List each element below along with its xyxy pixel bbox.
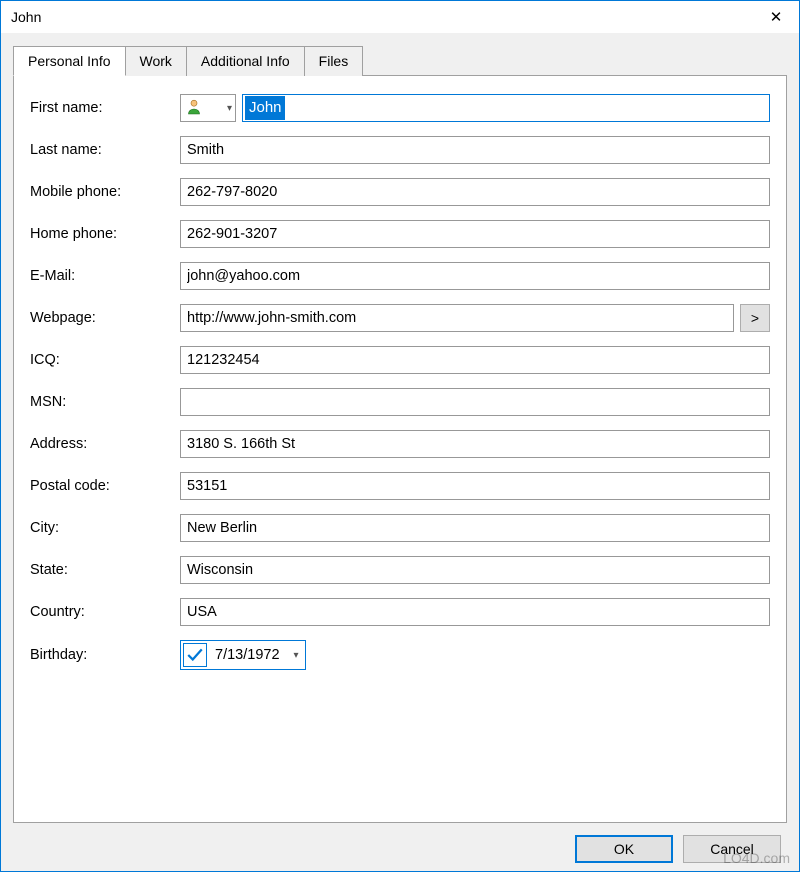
tabpanel-personal-info: First name: ▾ John Las — [13, 75, 787, 823]
row-birthday: Birthday: 7/13/1972 ▾ — [30, 640, 770, 670]
last-name-input[interactable] — [180, 136, 770, 164]
label-address: Address: — [30, 436, 180, 452]
email-input[interactable] — [180, 262, 770, 290]
row-icq: ICQ: — [30, 346, 770, 374]
first-name-input[interactable]: John — [242, 94, 770, 122]
label-icq: ICQ: — [30, 352, 180, 368]
form: First name: ▾ John Las — [30, 94, 770, 670]
close-icon: ✕ — [770, 8, 783, 26]
tab-personal-info[interactable]: Personal Info — [13, 46, 126, 76]
state-input[interactable] — [180, 556, 770, 584]
webpage-input[interactable] — [180, 304, 734, 332]
row-country: Country: — [30, 598, 770, 626]
address-input[interactable] — [180, 430, 770, 458]
label-state: State: — [30, 562, 180, 578]
client-area: Personal Info Work Additional Info Files… — [1, 33, 799, 871]
row-webpage: Webpage: > — [30, 304, 770, 332]
window-title: John — [11, 9, 41, 25]
check-icon — [186, 646, 204, 664]
label-email: E-Mail: — [30, 268, 180, 284]
row-home-phone: Home phone: — [30, 220, 770, 248]
chevron-down-icon: ▾ — [294, 650, 299, 661]
dialog-buttons: OK Cancel — [13, 823, 787, 863]
label-webpage: Webpage: — [30, 310, 180, 326]
row-email: E-Mail: — [30, 262, 770, 290]
ok-button[interactable]: OK — [575, 835, 673, 863]
label-msn: MSN: — [30, 394, 180, 410]
tabstrip: Personal Info Work Additional Info Files — [13, 45, 787, 75]
label-postal: Postal code: — [30, 478, 180, 494]
label-country: Country: — [30, 604, 180, 620]
postal-input[interactable] — [180, 472, 770, 500]
titlebar: John ✕ — [1, 1, 799, 33]
tab-work[interactable]: Work — [126, 46, 187, 76]
row-state: State: — [30, 556, 770, 584]
avatar-picker[interactable]: ▾ — [180, 94, 236, 122]
label-home-phone: Home phone: — [30, 226, 180, 242]
city-input[interactable] — [180, 514, 770, 542]
row-msn: MSN: — [30, 388, 770, 416]
label-last-name: Last name: — [30, 142, 180, 158]
birthday-checkbox[interactable] — [183, 643, 207, 667]
msn-input[interactable] — [180, 388, 770, 416]
country-input[interactable] — [180, 598, 770, 626]
webpage-go-button[interactable]: > — [740, 304, 770, 332]
tab-additional-info[interactable]: Additional Info — [187, 46, 305, 76]
close-button[interactable]: ✕ — [753, 1, 799, 33]
dialog-window: John ✕ Personal Info Work Additional Inf… — [0, 0, 800, 872]
label-city: City: — [30, 520, 180, 536]
chevron-down-icon: ▾ — [227, 103, 232, 114]
row-city: City: — [30, 514, 770, 542]
label-mobile-phone: Mobile phone: — [30, 184, 180, 200]
person-icon — [186, 99, 202, 118]
chevron-right-icon: > — [751, 310, 759, 326]
row-first-name: First name: ▾ John — [30, 94, 770, 122]
home-phone-input[interactable] — [180, 220, 770, 248]
label-first-name: First name: — [30, 100, 180, 116]
birthday-value: 7/13/1972 — [215, 647, 280, 663]
cancel-button[interactable]: Cancel — [683, 835, 781, 863]
label-birthday: Birthday: — [30, 647, 180, 663]
row-postal: Postal code: — [30, 472, 770, 500]
birthday-datepicker[interactable]: 7/13/1972 ▾ — [180, 640, 306, 670]
row-address: Address: — [30, 430, 770, 458]
first-name-value: John — [245, 96, 285, 120]
mobile-phone-input[interactable] — [180, 178, 770, 206]
tab-files[interactable]: Files — [305, 46, 364, 76]
icq-input[interactable] — [180, 346, 770, 374]
row-mobile-phone: Mobile phone: — [30, 178, 770, 206]
row-last-name: Last name: — [30, 136, 770, 164]
